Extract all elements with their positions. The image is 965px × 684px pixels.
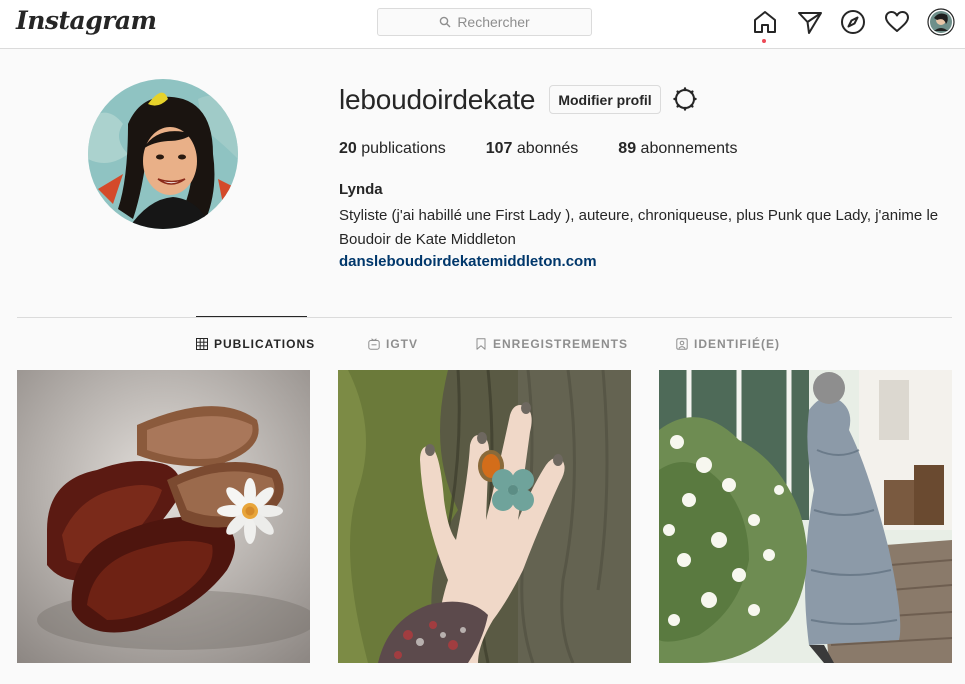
tab-tagged[interactable]: IDENTIFIÉ(E) xyxy=(676,337,780,351)
post-thumbnail[interactable] xyxy=(17,370,310,663)
settings-gear-icon[interactable] xyxy=(673,87,697,111)
profile-username: leboudoirdekate xyxy=(339,84,536,115)
post-image-garden-dress xyxy=(659,370,952,663)
following-count-number: 89 xyxy=(618,140,637,157)
post-thumbnail[interactable] xyxy=(338,370,631,663)
post-image-clogs xyxy=(17,370,310,663)
active-tab-indicator xyxy=(196,316,307,317)
notification-dot xyxy=(762,39,766,43)
tab-publications[interactable]: PUBLICATIONS xyxy=(196,337,315,351)
tab-igtv[interactable]: IGTV xyxy=(368,337,418,351)
profile-bio: Styliste (j'ai habillé une First Lady ),… xyxy=(339,207,939,248)
profile-avatar[interactable] xyxy=(88,79,238,229)
search-input[interactable]: Rechercher xyxy=(377,8,592,36)
posts-count-label: publications xyxy=(356,140,446,157)
tab-saved-label: ENREGISTREMENTS xyxy=(493,337,629,351)
bookmark-icon xyxy=(476,338,486,350)
post-image-hand-rings xyxy=(338,370,631,663)
edit-profile-button[interactable]: Modifier profil xyxy=(549,85,661,114)
search-icon xyxy=(440,16,451,28)
following-count[interactable]: 89 abonnements xyxy=(618,140,737,158)
tabs-divider xyxy=(17,317,952,318)
top-navigation-bar: Instagram Rechercher xyxy=(0,0,965,49)
followers-count[interactable]: 107 abonnés xyxy=(486,140,579,158)
heart-icon[interactable] xyxy=(884,9,910,35)
post-thumbnail[interactable] xyxy=(659,370,952,663)
followers-count-number: 107 xyxy=(485,140,513,157)
posts-count-number: 20 xyxy=(339,140,357,157)
profile-website-link[interactable]: dansleboudoirdekatemiddleton.com xyxy=(339,253,597,270)
tab-igtv-label: IGTV xyxy=(386,337,419,351)
search-placeholder: Rechercher xyxy=(457,14,530,30)
profile-avatar-icon[interactable] xyxy=(927,8,955,36)
explore-icon[interactable] xyxy=(840,9,866,35)
posts-count: 20 publications xyxy=(339,140,446,158)
instagram-logo[interactable]: Instagram xyxy=(16,6,157,35)
profile-stats: 20 publications 107 abonnés 89 abonnemen… xyxy=(339,140,778,158)
followers-count-label: abonnés xyxy=(512,140,579,157)
profile-full-name: Lynda xyxy=(339,181,383,198)
grid-icon xyxy=(196,338,208,350)
tab-publications-label: PUBLICATIONS xyxy=(214,337,316,351)
following-count-label: abonnements xyxy=(636,140,738,157)
tab-tagged-label: IDENTIFIÉ(E) xyxy=(694,337,780,351)
tagged-icon xyxy=(676,338,688,350)
home-icon[interactable] xyxy=(752,9,778,35)
direct-icon[interactable] xyxy=(797,9,823,35)
avatar-illustration xyxy=(88,79,238,229)
tab-saved[interactable]: ENREGISTREMENTS xyxy=(475,337,628,351)
igtv-icon xyxy=(368,338,380,350)
